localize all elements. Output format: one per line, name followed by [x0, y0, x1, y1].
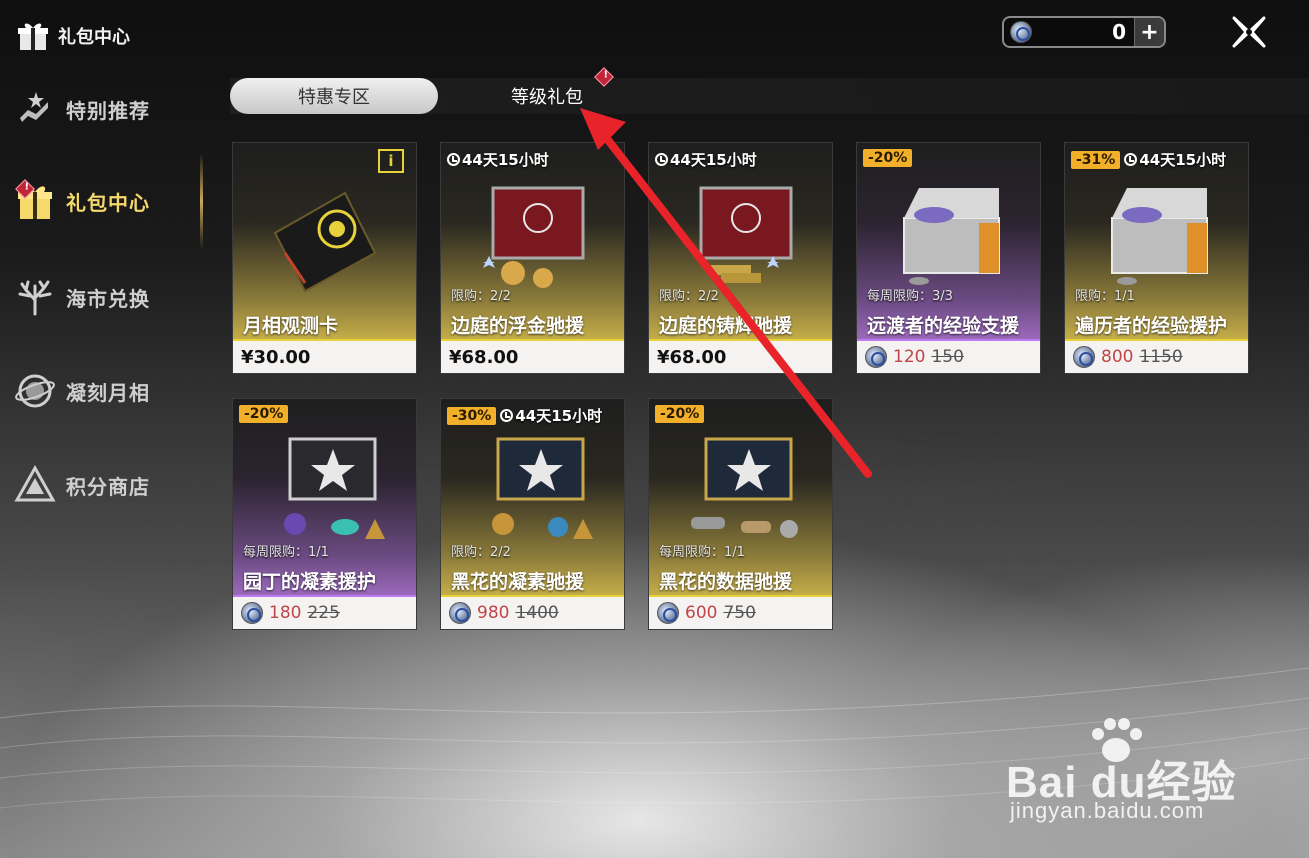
star-crate-art-icon — [284, 437, 385, 539]
pack-card[interactable]: -31% 44天15小时 限购：1/1 遍历者的经验援护 800 1150 — [1064, 142, 1249, 374]
countdown-timer: 44天15小时 — [447, 149, 549, 170]
sale-price: 800 — [1101, 347, 1134, 367]
sidebar-item-label: 凝刻月相 — [66, 380, 150, 405]
star-crate-art-icon — [691, 437, 798, 538]
pack-price: ¥68.00 — [657, 346, 727, 368]
silver-crate-art-icon — [1111, 188, 1208, 285]
red-crate-art-icon — [699, 186, 793, 283]
pack-card[interactable]: i 月相观测卡 ¥30.00 — [232, 142, 417, 374]
currency-value: 0 — [1112, 20, 1126, 44]
sidebar-item-label: 特别推荐 — [66, 98, 150, 123]
clock-icon — [447, 153, 460, 166]
currency-coin-icon — [241, 602, 263, 624]
pack-card[interactable]: -20% 每周限购：1/1 园丁的凝素援护 180 225 — [232, 398, 417, 630]
gift-box-icon: ! — [14, 179, 56, 222]
pack-name: 遍历者的经验援护 — [1075, 315, 1228, 337]
info-button[interactable]: i — [378, 149, 404, 173]
close-icon[interactable] — [1226, 12, 1272, 52]
currency-coin-icon — [657, 602, 679, 624]
purchase-limit: 限购：1/1 — [1075, 289, 1135, 304]
pack-price: ¥30.00 — [241, 346, 311, 368]
purchase-limit: 每周限购：1/1 — [243, 545, 329, 560]
sidebar-item-special-recommend[interactable]: 特别推荐 — [14, 84, 150, 134]
sidebar-item-market-exchange[interactable]: 海市兑换 — [14, 272, 150, 322]
discount-badge: -20% — [655, 405, 705, 423]
sidebar-item-label: 海市兑换 — [66, 286, 150, 311]
pack-name: 黑花的数据驰援 — [659, 571, 793, 593]
watermark: Bai du经验 jingyan.baidu.com — [1000, 716, 1300, 836]
page-title: 礼包中心 — [16, 16, 130, 56]
add-currency-button[interactable]: + — [1134, 18, 1164, 46]
tab-label: 等级礼包 — [511, 87, 583, 108]
monthly-card-art-icon — [273, 191, 377, 293]
pack-card[interactable]: 44天15小时 限购：2/2 边庭的铸辉驰援 ¥68.00 — [648, 142, 833, 374]
page-title-label: 礼包中心 — [58, 27, 130, 48]
tab-special-offers[interactable]: 特惠专区 — [230, 78, 438, 114]
purchase-limit: 每周限购：3/3 — [867, 289, 953, 304]
pack-card[interactable]: -30% 44天15小时 限购：2/2 黑花的凝素驰援 980 1400 — [440, 398, 625, 630]
countdown-timer: 44天15小时 — [655, 149, 757, 170]
original-price: 1150 — [1139, 347, 1183, 367]
discount-badge: -20% — [239, 405, 289, 423]
sale-price: 600 — [685, 603, 718, 623]
original-price: 750 — [723, 603, 756, 623]
silver-crate-art-icon — [903, 188, 1000, 285]
pack-name: 园丁的凝素援护 — [243, 571, 377, 593]
pack-card[interactable]: -20% 每周限购：3/3 远渡者的经验支援 120 150 — [856, 142, 1041, 374]
sale-price: 180 — [269, 603, 302, 623]
discount-badge: -30% — [447, 406, 497, 425]
sidebar-item-label: 礼包中心 — [66, 190, 150, 215]
clock-icon — [655, 153, 668, 166]
tab-bar: 特惠专区 等级礼包 — [230, 78, 1309, 114]
currency-coin-icon — [865, 346, 887, 368]
star-crate-art-icon — [492, 437, 593, 539]
discount-badge: -20% — [863, 149, 913, 167]
original-price: 1400 — [515, 603, 559, 623]
countdown-timer: 44天15小时 — [1124, 149, 1226, 170]
sidebar: 礼包中心 特别推荐 ! 礼包中心 海市兑换 凝刻月相 积分商店 — [0, 0, 205, 858]
purchase-limit: 每周限购：1/1 — [659, 545, 745, 560]
sale-price: 980 — [477, 603, 510, 623]
pack-name: 边庭的浮金驰援 — [451, 315, 585, 337]
sidebar-item-moon-phase[interactable]: 凝刻月相 — [14, 366, 150, 416]
tab-label: 特惠专区 — [298, 87, 370, 108]
currency-coin-icon — [449, 602, 471, 624]
pack-card[interactable]: -20% 每周限购：1/1 黑花的数据驰援 600 750 — [648, 398, 833, 630]
original-price: 225 — [307, 603, 340, 623]
hand-star-icon — [20, 92, 48, 122]
countdown-timer: 44天15小时 — [500, 405, 602, 426]
red-crate-art-icon — [483, 186, 585, 288]
sidebar-item-label: 积分商店 — [66, 474, 150, 499]
pack-name: 边庭的铸辉驰援 — [659, 315, 793, 337]
pack-name: 月相观测卡 — [243, 315, 339, 337]
currency-display: 0 + — [1002, 16, 1166, 48]
purchase-limit: 限购：2/2 — [659, 289, 719, 304]
purchase-limit: 限购：2/2 — [451, 545, 511, 560]
sale-price: 120 — [893, 347, 926, 367]
pack-card[interactable]: 44天15小时 限购：2/2 边庭的浮金驰援 ¥68.00 — [440, 142, 625, 374]
discount-badge: -31% — [1071, 150, 1121, 169]
original-price: 150 — [931, 347, 964, 367]
coral-tree-icon — [18, 280, 52, 316]
clock-icon — [500, 409, 514, 422]
currency-coin-icon — [1073, 346, 1095, 368]
pack-name: 远渡者的经验支援 — [867, 315, 1020, 337]
currency-coin-icon — [1010, 21, 1032, 43]
purchase-limit: 限购：2/2 — [451, 289, 511, 304]
clock-icon — [1124, 153, 1138, 166]
pack-price: ¥68.00 — [449, 346, 519, 368]
sidebar-item-points-shop[interactable]: 积分商店 — [14, 460, 150, 510]
sidebar-item-gift-center[interactable]: ! 礼包中心 — [14, 176, 150, 226]
watermark-url: jingyan.baidu.com — [1010, 798, 1205, 823]
gift-box-icon — [18, 23, 48, 50]
moon-orb-icon — [15, 374, 55, 408]
triangle-emblem-icon — [14, 464, 56, 502]
active-indicator — [200, 153, 203, 249]
pack-name: 黑花的凝素驰援 — [451, 571, 585, 593]
